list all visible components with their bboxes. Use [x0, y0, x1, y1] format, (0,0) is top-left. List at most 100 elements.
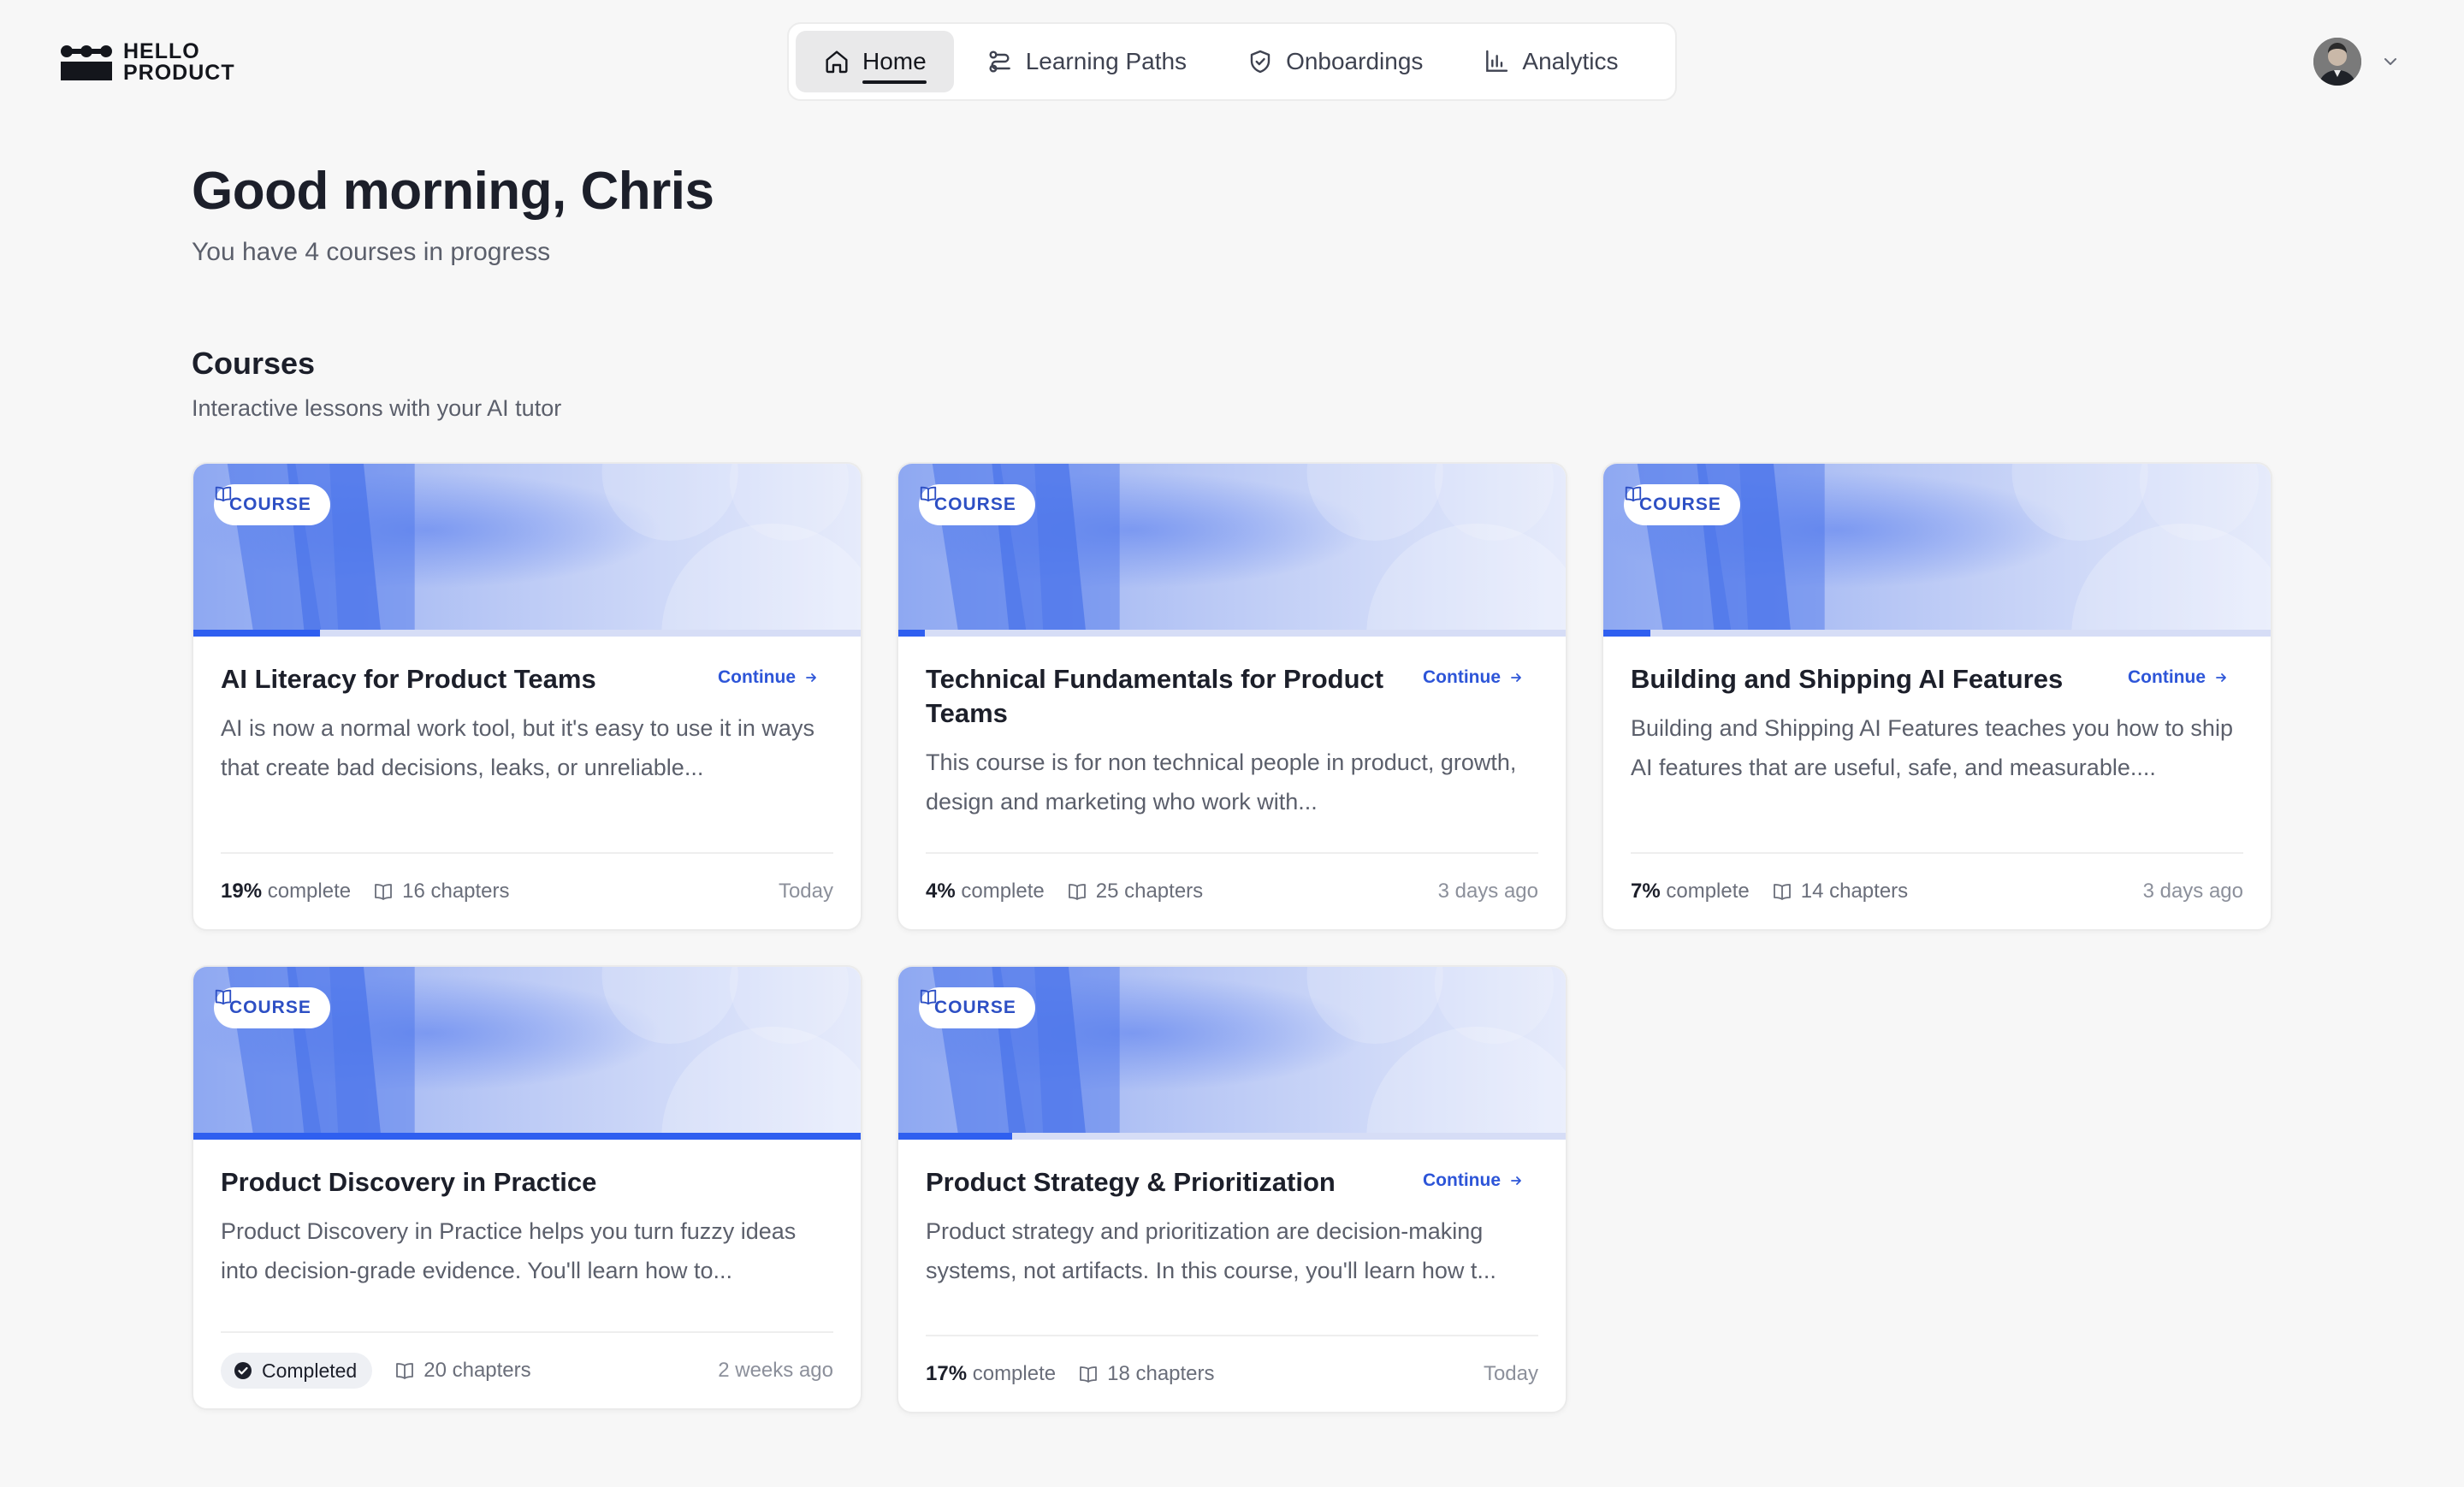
brand-wordmark: HELLO PRODUCT [123, 41, 235, 84]
courses-section-subtitle: Interactive lessons with your AI tutor [192, 395, 562, 421]
nav-analytics-label: Analytics [1522, 48, 1619, 74]
course-footer: Completed 20 chapters 2 weeks ago [221, 1331, 833, 1408]
bar-chart-icon [1486, 50, 1508, 72]
course-progress-text: 7% complete [1631, 880, 1750, 903]
course-progress-fill [1603, 630, 1650, 637]
course-progress-text: 17% complete [926, 1362, 1056, 1386]
book-open-icon [1068, 884, 1086, 900]
course-chapter-count: 20 chapters [424, 1359, 531, 1382]
course-badge-label: COURSE [934, 998, 1016, 1017]
course-title[interactable]: Product Discovery in Practice [221, 1165, 683, 1200]
book-open-icon [215, 989, 232, 1005]
continue-link[interactable]: Continue [1423, 1170, 1523, 1191]
nav-home-label: Home [862, 48, 927, 84]
course-progress-fill [898, 1133, 1012, 1140]
course-last-activity: 3 days ago [2142, 880, 2243, 903]
main-nav: Home Learning Paths Onboardings Analytic… [787, 22, 1677, 101]
course-footer: 19% complete 16 chapters Today [221, 852, 833, 929]
continue-label: Continue [2128, 667, 2206, 687]
nav-learning-paths[interactable]: Learning Paths [959, 31, 1214, 92]
course-card-body: AI Literacy for Product Teams Continue A… [193, 637, 861, 787]
continue-label: Continue [1423, 667, 1501, 687]
course-progress-bar [193, 1133, 861, 1140]
course-chapter-count: 14 chapters [1800, 880, 1909, 903]
course-progress-percent: 17% [926, 1362, 968, 1385]
course-last-activity: Today [778, 880, 833, 903]
course-badge: COURSE [919, 987, 1035, 1028]
chevron-down-icon[interactable] [2380, 51, 2401, 72]
continue-label: Continue [1423, 1170, 1501, 1190]
course-title[interactable]: AI Literacy for Product Teams [221, 662, 683, 696]
course-card[interactable]: COURSE AI Literacy for Product Teams Con… [192, 462, 862, 931]
book-open-icon [1625, 486, 1642, 502]
nav-learning-paths-label: Learning Paths [1025, 48, 1188, 74]
course-description: AI is now a normal work tool, but it's e… [221, 715, 814, 780]
nav-home[interactable]: Home [796, 31, 954, 92]
course-chapter-count: 16 chapters [402, 880, 510, 903]
course-card[interactable]: COURSE Technical Fundamentals for Produc… [897, 462, 1567, 931]
brand-logo[interactable]: HELLO PRODUCT [60, 41, 235, 84]
course-badge-label: COURSE [229, 495, 311, 514]
course-description: Product strategy and prioritization are … [926, 1218, 1496, 1283]
course-progress-bar [898, 1133, 1566, 1140]
course-title[interactable]: Technical Fundamentals for Product Teams [926, 662, 1388, 731]
nav-analytics[interactable]: Analytics [1455, 31, 1645, 92]
course-banner: COURSE [193, 464, 861, 630]
course-badge: COURSE [214, 987, 330, 1028]
course-card-body: Technical Fundamentals for Product Teams… [898, 637, 1566, 821]
page-subtitle: You have 4 courses in progress [192, 238, 551, 266]
book-open-icon [920, 989, 937, 1005]
course-progress-fill [898, 630, 926, 637]
shield-check-icon [1250, 50, 1270, 74]
book-open-icon [396, 1363, 414, 1379]
book-open-icon [375, 884, 393, 900]
nav-onboardings[interactable]: Onboardings [1219, 31, 1450, 92]
course-progress-suffix: complete [972, 1362, 1057, 1385]
course-card[interactable]: COURSE Building and Shipping AI Features… [1602, 462, 2272, 931]
course-progress-fill [193, 1133, 861, 1140]
course-footer: 4% complete 25 chapters 3 days ago [926, 852, 1538, 929]
course-footer: 17% complete 18 chapters Today [926, 1335, 1538, 1412]
arrow-right-icon [806, 673, 816, 682]
course-title[interactable]: Product Strategy & Prioritization [926, 1165, 1388, 1200]
continue-link[interactable]: Continue [2128, 667, 2228, 688]
continue-link[interactable]: Continue [718, 667, 818, 688]
course-last-activity: 3 days ago [1437, 880, 1538, 903]
course-progress-percent: 19% [221, 880, 263, 903]
course-progress-fill [193, 630, 321, 637]
course-progress-suffix: complete [1666, 880, 1750, 903]
course-badge-label: COURSE [1639, 495, 1721, 514]
completed-label: Completed [262, 1359, 358, 1382]
course-chapters: 18 chapters [1078, 1362, 1215, 1386]
book-open-icon [1080, 1366, 1098, 1383]
course-badge: COURSE [214, 484, 330, 525]
course-card-body: Product Discovery in Practice Product Di… [193, 1140, 861, 1290]
course-progress-text: 4% complete [926, 880, 1045, 903]
courses-section-title: Courses [192, 346, 316, 381]
course-progress-bar [193, 630, 861, 637]
course-chapters: 14 chapters [1772, 880, 1908, 903]
course-description: Building and Shipping AI Features teache… [1631, 715, 2233, 780]
course-card[interactable]: COURSE Product Discovery in Practice Pro… [192, 965, 862, 1410]
course-description: Product Discovery in Practice helps you … [221, 1218, 797, 1283]
book-open-icon [215, 486, 232, 502]
continue-label: Continue [718, 667, 796, 687]
book-open-icon [920, 486, 937, 502]
check-circle-icon [234, 1362, 252, 1379]
book-open-icon [1773, 884, 1791, 900]
home-icon [826, 50, 848, 74]
arrow-right-icon [2216, 673, 2226, 682]
course-badge-label: COURSE [934, 495, 1016, 514]
course-progress-percent: 7% [1631, 880, 1661, 903]
user-avatar[interactable] [2313, 38, 2361, 86]
course-progress-bar [898, 630, 1566, 637]
course-progress-text: 19% complete [221, 880, 351, 903]
nav-onboardings-label: Onboardings [1286, 48, 1424, 74]
logo-mark-icon [61, 45, 112, 80]
course-progress-percent: 4% [926, 880, 956, 903]
course-title[interactable]: Building and Shipping AI Features [1631, 662, 2093, 696]
account-menu[interactable] [2313, 38, 2401, 86]
course-card-body: Building and Shipping AI Features Contin… [1603, 637, 2271, 787]
continue-link[interactable]: Continue [1423, 667, 1523, 688]
course-card[interactable]: COURSE Product Strategy & Prioritization… [897, 965, 1567, 1413]
